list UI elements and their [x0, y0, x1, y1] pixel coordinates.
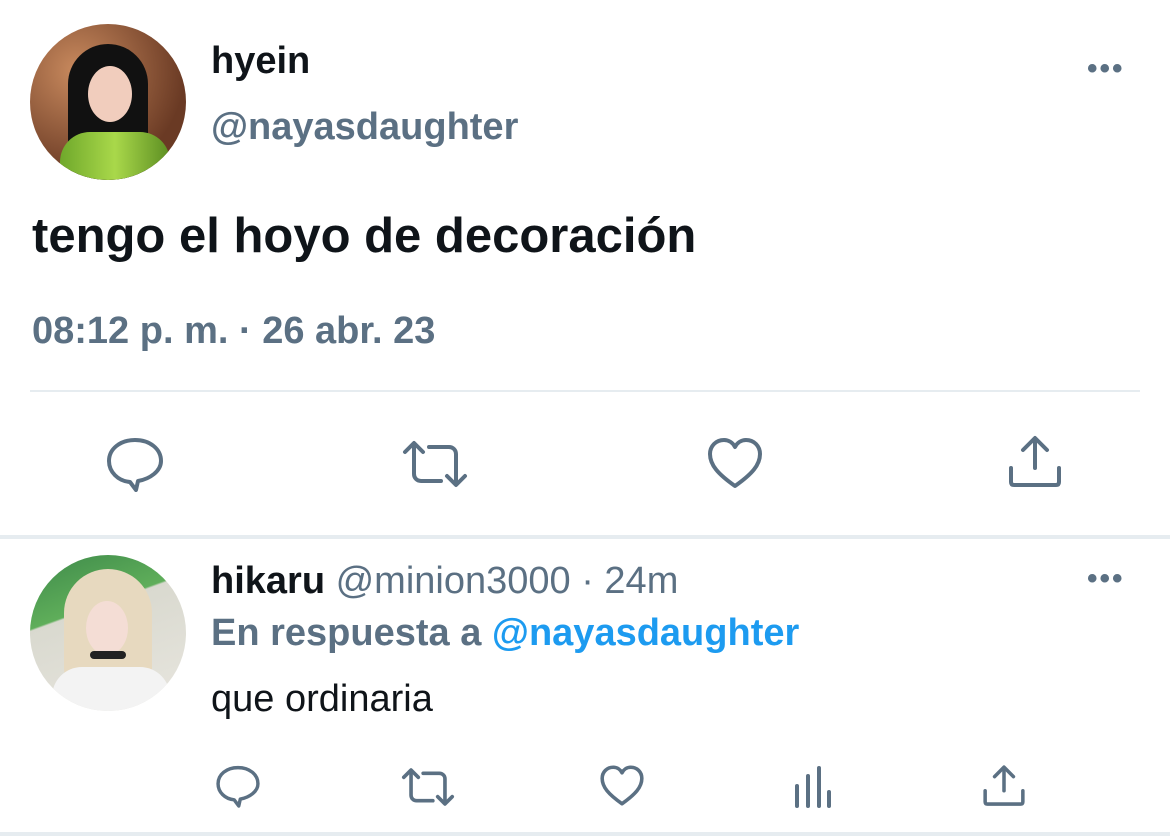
heart-icon [600, 765, 644, 806]
bar-chart-icon [795, 766, 831, 808]
reply-header: hikaru @minion3000 · 24m [211, 560, 678, 603]
speech-bubble-icon [216, 765, 260, 808]
reply-more-options-icon[interactable]: ••• [1087, 562, 1125, 596]
like-button[interactable] [706, 436, 764, 490]
share-icon [983, 765, 1025, 806]
retweet-button[interactable] [401, 438, 469, 490]
reply-like-button[interactable] [599, 764, 645, 807]
share-button[interactable] [1007, 434, 1063, 490]
author-avatar[interactable] [30, 24, 186, 180]
more-options-icon[interactable]: ••• [1087, 52, 1125, 86]
reply-analytics-button[interactable] [794, 764, 832, 808]
in-reply-to-mention[interactable]: @nayasdaughter [492, 612, 799, 654]
reply-author-avatar[interactable] [30, 555, 186, 711]
reply-retweet-button[interactable] [400, 766, 456, 808]
retweet-icon [403, 441, 467, 487]
tweet-timestamp[interactable]: 08:12 p. m. · 26 abr. 23 [32, 310, 435, 353]
reply-button[interactable] [105, 436, 165, 492]
share-icon [1009, 436, 1061, 487]
reply-share-button[interactable] [982, 764, 1026, 808]
reply-author-display-name[interactable]: hikaru [211, 560, 325, 602]
heart-icon [708, 438, 762, 488]
in-reply-to: En respuesta a @nayasdaughter [211, 612, 799, 655]
in-reply-to-label: En respuesta a [211, 612, 492, 654]
speech-bubble-icon [107, 438, 163, 492]
reply-handle-and-time[interactable]: @minion3000 · 24m [325, 560, 679, 602]
tweet-text: tengo el hoyo de decoración [32, 209, 697, 263]
author-display-name[interactable]: hyein [211, 40, 310, 83]
reply-text: que ordinaria [211, 678, 433, 720]
author-handle[interactable]: @nayasdaughter [211, 106, 518, 149]
retweet-icon [401, 768, 455, 806]
divider [30, 390, 1140, 392]
bottom-divider [0, 832, 1170, 836]
reply-reply-button[interactable] [215, 764, 261, 808]
section-divider [0, 535, 1170, 539]
